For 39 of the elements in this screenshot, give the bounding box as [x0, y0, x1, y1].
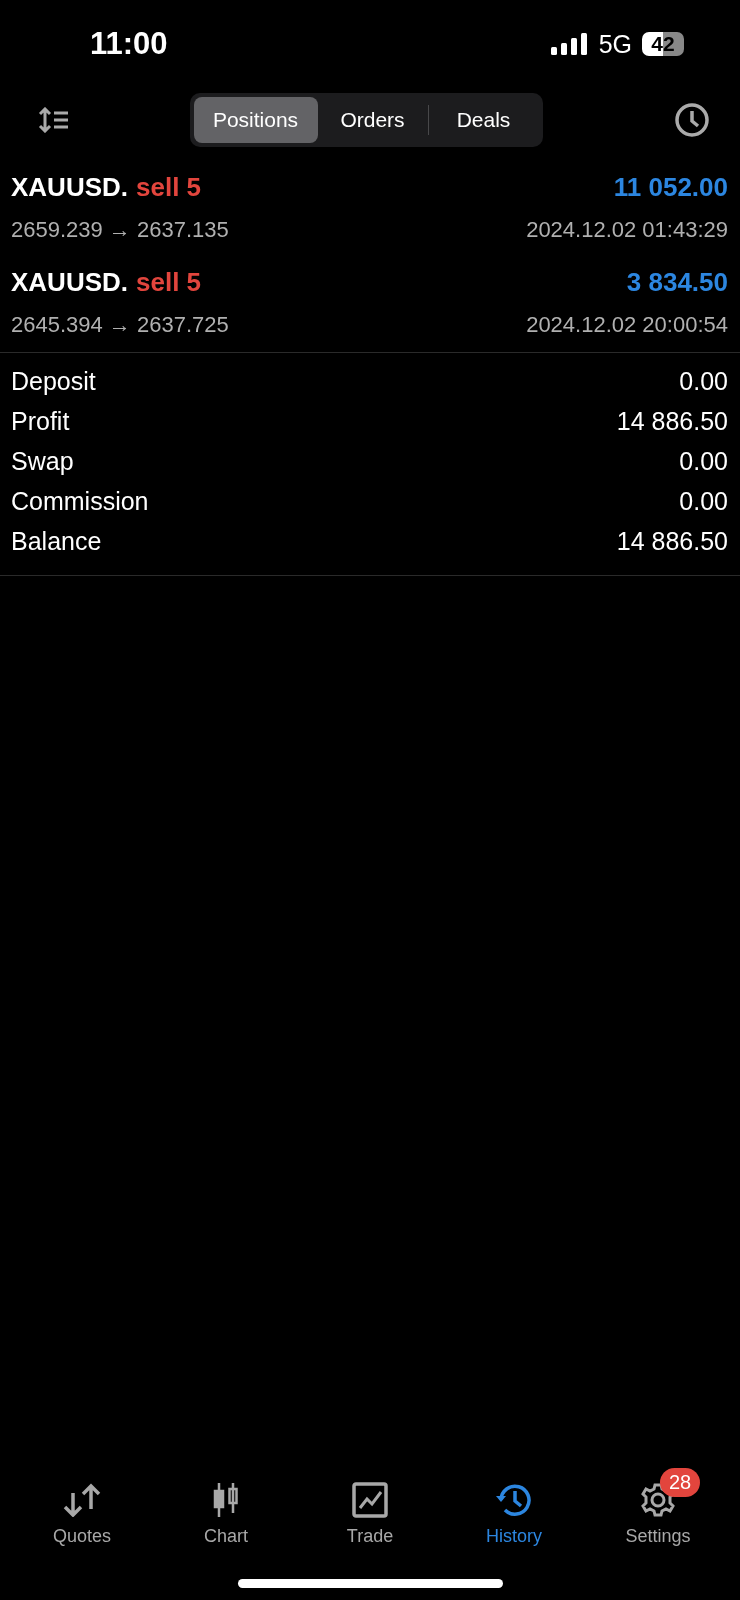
- summary-value: 14 886.50: [616, 406, 728, 436]
- segment-tab[interactable]: Orders: [317, 97, 428, 143]
- summary-label: Balance: [11, 526, 102, 556]
- close-time: 2024.12.02 20:00:54: [526, 312, 728, 338]
- summary-label: Swap: [11, 446, 74, 476]
- side-label: sell 5: [136, 172, 202, 203]
- profit-value: 3 834.50: [626, 267, 728, 298]
- price-range: 2645.394 → 2637.725: [11, 312, 229, 338]
- summary-label: Commission: [11, 486, 149, 516]
- close-time: 2024.12.02 01:43:29: [526, 217, 728, 243]
- symbol-label: XAUUSD.: [11, 172, 128, 203]
- history-icon: [495, 1482, 533, 1518]
- profit-value: 11 052.00: [613, 172, 728, 203]
- sort-icon[interactable]: [38, 107, 70, 133]
- notification-badge: 28: [660, 1468, 701, 1497]
- segment-tab[interactable]: Deals: [428, 97, 539, 143]
- summary-label: Deposit: [11, 366, 96, 396]
- summary-label: Profit: [11, 406, 70, 436]
- summary-value: 0.00: [679, 446, 728, 476]
- arrows-icon: [63, 1483, 101, 1517]
- tab-bar-item[interactable]: 28 Settings: [593, 1464, 723, 1547]
- summary-value: 0.00: [679, 366, 728, 396]
- segment-tab[interactable]: Positions: [193, 97, 318, 143]
- price-range: 2659.239 → 2637.135: [11, 217, 229, 243]
- symbol-label: XAUUSD.: [11, 267, 128, 298]
- network-label: 5G: [598, 29, 632, 59]
- clock-icon[interactable]: [674, 102, 710, 138]
- side-label: sell 5: [136, 267, 202, 298]
- line-chart-icon: [352, 1482, 388, 1518]
- summary-value: 0.00: [679, 486, 728, 516]
- battery-icon: 42: [642, 32, 684, 56]
- signal-icon: [550, 33, 589, 55]
- status-time: 11:00: [90, 26, 168, 62]
- tab-bar-item[interactable]: Trade: [305, 1464, 435, 1547]
- candlestick-icon: [213, 1483, 239, 1517]
- tab-bar-item[interactable]: Quotes: [17, 1464, 147, 1547]
- tab-bar-item[interactable]: Chart: [161, 1464, 291, 1547]
- tab-bar-item[interactable]: History: [449, 1464, 579, 1547]
- summary-value: 14 886.50: [616, 526, 728, 556]
